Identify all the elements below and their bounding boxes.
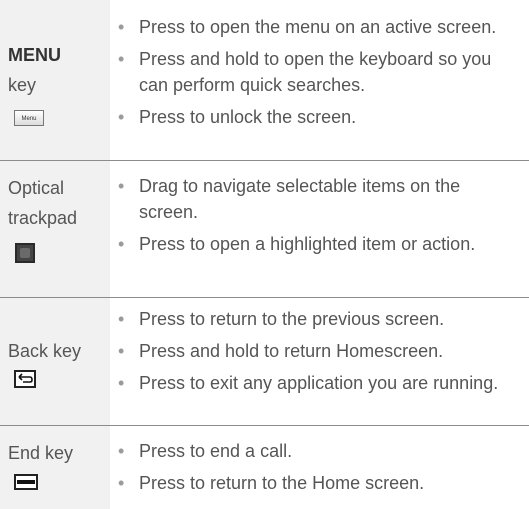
key-cell: End key [0,426,110,509]
bullet-list: • Press to end a call. • Press to return t… [118,438,521,502]
bullet-icon: • [118,341,125,361]
key-cell: Back key [0,298,110,425]
table-row-end-key: End key • Press to end a call. • Press to … [0,426,529,509]
table-row-menu-key: MENU key Menu • Press to open the menu on… [0,0,529,160]
bullet-icon: • [118,473,125,493]
key-name: Back key [8,341,82,361]
bullet-icon: • [118,309,125,329]
list-item: • Press and hold to return Homescreen. [118,338,521,364]
list-item: • Press to exit any application you are r… [118,370,521,396]
key-name: End key [8,443,74,463]
key-name: key [8,75,37,95]
table-row-back-key: Back key • Press to return to the previou… [0,298,529,425]
bullet-icon: • [118,107,125,127]
menu-key-icon: Menu [14,110,44,126]
trackpad-icon [15,243,35,263]
bullet-icon: • [118,373,125,393]
bullet-list: • Press to return to the previous screen.… [118,306,521,402]
bullet-icon: • [118,441,125,461]
back-arrow-icon [18,373,33,383]
list-item: • Press to return to the previous screen. [118,306,521,332]
back-key-icon [14,370,36,388]
bullet-list: • Press to open the menu on an active scr… [118,14,521,136]
list-item: • Press to open a highlighted item or act… [118,231,521,257]
key-name-bold: MENU [8,45,61,65]
list-item: • Press to unlock the screen. [118,104,521,130]
list-item: • Press and hold to open the keyboard so … [118,46,521,98]
end-key-icon [14,474,38,490]
bullet-icon: • [118,234,125,254]
list-item: • Press to return to the Home screen. [118,470,521,496]
bullet-icon: • [118,49,125,69]
key-cell: MENU key Menu [0,0,110,160]
bullet-list: • Drag to navigate selectable items on th… [118,173,521,263]
bullet-icon: • [118,176,125,196]
key-name: Optical [8,178,65,198]
list-item: • Press to end a call. [118,438,521,464]
key-cell: Optical trackpad [0,161,110,297]
bullet-icon: • [118,17,125,37]
list-item: • Drag to navigate selectable items on th… [118,173,521,225]
list-item: • Press to open the menu on an active scr… [118,14,521,40]
key-name: trackpad [8,208,78,228]
table-row-optical-trackpad: Optical trackpad • Drag to navigate selec… [0,161,529,297]
